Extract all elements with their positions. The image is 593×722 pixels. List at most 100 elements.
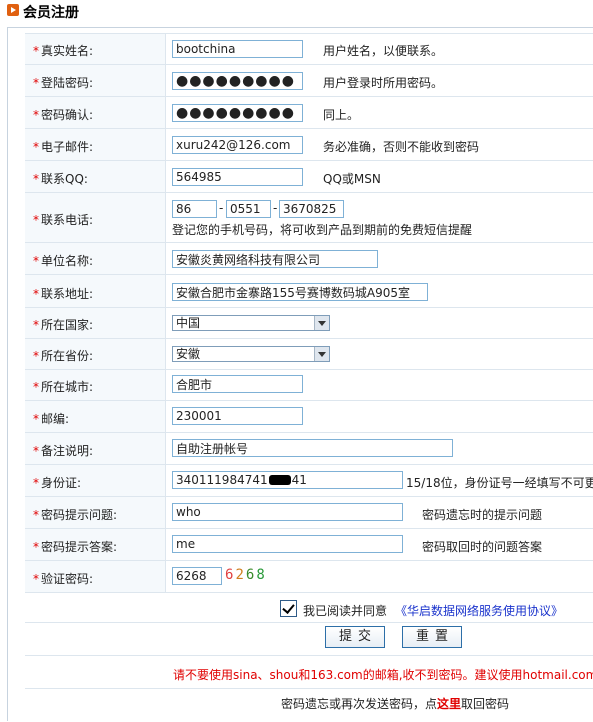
- idcard-hint: 15/18位，身份证号一经填写不可更: [406, 476, 593, 490]
- realname-input[interactable]: [172, 40, 303, 58]
- email-warning: 请不要使用sina、shou和163.com的邮箱,收不到密码。建议使用hotm…: [173, 668, 593, 682]
- email-input[interactable]: [172, 136, 303, 154]
- row-qq: *联系QQ: QQ或MSN: [25, 160, 593, 193]
- reset-button[interactable]: 重置: [402, 626, 462, 648]
- captcha-input[interactable]: [172, 567, 222, 585]
- captcha-digit: 2: [235, 567, 246, 583]
- answer-hint: 密码取回时的问题答案: [422, 540, 543, 554]
- label-phone: 联系电话:: [41, 213, 94, 227]
- row-email: *电子邮件: 务必准确，否则不能收到密码: [25, 128, 593, 161]
- agree-checkbox[interactable]: [280, 600, 297, 617]
- required-mark: *: [33, 444, 39, 458]
- row-password: *登陆密码: 用户登录时所用密码。: [25, 64, 593, 97]
- label-address: 联系地址:: [41, 287, 94, 301]
- row-idcard: * 身份证: 340111984741 41 15/18位，身份证号一经填写不可更: [25, 464, 593, 497]
- required-mark: *: [33, 476, 39, 490]
- row-realname: *真实姓名: 用户姓名，以便联系。: [25, 33, 593, 65]
- required-mark: *: [33, 140, 39, 154]
- phone-separator: -: [219, 201, 224, 215]
- label-email: 电子邮件:: [41, 140, 94, 154]
- confirm-password-input[interactable]: [172, 104, 303, 122]
- idcard-value-part: 41: [291, 473, 307, 487]
- required-mark: *: [33, 349, 39, 363]
- row-footer: 密码遗忘或再次发送密码，点这里取回密码: [25, 688, 593, 722]
- label-city: 所在城市:: [41, 380, 94, 394]
- phone-separator: -: [273, 201, 278, 215]
- company-input[interactable]: [172, 250, 378, 268]
- row-address: * 联系地址:: [25, 274, 593, 308]
- row-captcha: * 验证密码:: [25, 560, 593, 593]
- label-remark: 备注说明:: [41, 444, 94, 458]
- label-confirm: 密码确认:: [41, 108, 94, 122]
- province-select[interactable]: 安徽: [172, 346, 330, 362]
- captcha-digit: 6: [225, 567, 236, 583]
- row-confirm: *密码确认: 同上。: [25, 96, 593, 129]
- page-header: 会员注册: [0, 0, 593, 26]
- row-notice: 请不要使用sina、shou和163.com的邮箱,收不到密码。建议使用hotm…: [25, 655, 593, 689]
- row-buttons: 提交 重置: [25, 622, 593, 656]
- row-question: *密码提示问题: 密码遗忘时的提示问题: [25, 496, 593, 529]
- required-mark: *: [33, 213, 39, 227]
- redaction-mark: [268, 475, 291, 485]
- row-remark: * 备注说明:: [25, 432, 593, 465]
- phone-country-input[interactable]: [172, 200, 217, 218]
- footer-after: 取回密码: [461, 697, 510, 711]
- idcard-input[interactable]: 340111984741 41: [172, 471, 403, 489]
- address-input[interactable]: [172, 283, 428, 301]
- required-mark: *: [33, 44, 39, 58]
- chevron-down-icon[interactable]: [314, 347, 329, 361]
- label-qq: 联系QQ:: [41, 172, 88, 186]
- label-company: 单位名称:: [41, 254, 94, 268]
- email-hint: 务必准确，否则不能收到密码: [323, 140, 480, 154]
- label-question: 密码提示问题:: [41, 508, 118, 522]
- submit-button[interactable]: 提交: [325, 626, 385, 648]
- required-mark: *: [33, 76, 39, 90]
- confirm-hint: 同上。: [323, 108, 360, 122]
- idcard-value-part: 340111984741: [176, 473, 268, 487]
- required-mark: *: [33, 287, 39, 301]
- footer-text: 密码遗忘或再次发送密码，点这里取回密码: [281, 695, 509, 712]
- phone-area-input[interactable]: [226, 200, 271, 218]
- required-mark: *: [33, 380, 39, 394]
- remark-input[interactable]: [172, 439, 453, 457]
- required-mark: *: [33, 540, 39, 554]
- row-province: * 所在省份: 安徽: [25, 338, 593, 370]
- row-answer: *密码提示答案: 密码取回时的问题答案: [25, 528, 593, 561]
- required-mark: *: [33, 508, 39, 522]
- footer-before: 密码遗忘或再次发送密码，点: [281, 697, 438, 711]
- service-agreement-link[interactable]: 《华启数据网络服务使用协议》: [395, 602, 563, 619]
- required-mark: *: [33, 108, 39, 122]
- page-title: 会员注册: [23, 5, 79, 21]
- hint-answer-input[interactable]: [172, 535, 403, 553]
- country-select[interactable]: 中国: [172, 315, 330, 331]
- qq-hint: QQ或MSN: [323, 172, 381, 186]
- label-province: 所在省份:: [41, 349, 94, 363]
- required-mark: *: [33, 254, 39, 268]
- phone-hint: 登记您的手机号码，将可收到产品到期前的免费短信提醒: [172, 223, 473, 237]
- captcha-digit: 6: [245, 567, 257, 583]
- city-input[interactable]: [172, 375, 303, 393]
- hint-question-input[interactable]: [172, 503, 403, 521]
- arrow-icon: [7, 4, 19, 16]
- qq-input[interactable]: [172, 168, 303, 186]
- captcha-image[interactable]: 6268: [225, 567, 267, 583]
- required-mark: *: [33, 572, 39, 586]
- row-phone: *联系电话: - - 登记您的手机号码，将可收到产品到期前的免费短信提醒: [25, 192, 593, 243]
- label-zip: 邮编:: [41, 412, 70, 426]
- required-mark: *: [33, 412, 39, 426]
- chevron-down-icon[interactable]: [314, 316, 329, 330]
- label-country: 所在国家:: [41, 318, 94, 332]
- row-country: * 所在国家: 中国: [25, 307, 593, 339]
- password-input[interactable]: [172, 72, 303, 90]
- label-answer: 密码提示答案:: [41, 540, 118, 554]
- phone-number-input[interactable]: [279, 200, 344, 218]
- required-mark: *: [33, 172, 39, 186]
- label-idcard: 身份证:: [41, 476, 82, 490]
- retrieve-password-link[interactable]: 这里: [437, 697, 461, 711]
- label-realname: 真实姓名:: [41, 44, 94, 58]
- label-captcha: 验证密码:: [41, 572, 94, 586]
- zip-input[interactable]: [172, 407, 303, 425]
- captcha-digit: 8: [256, 567, 267, 583]
- country-select-value: 中国: [176, 316, 201, 330]
- question-hint: 密码遗忘时的提示问题: [422, 508, 543, 522]
